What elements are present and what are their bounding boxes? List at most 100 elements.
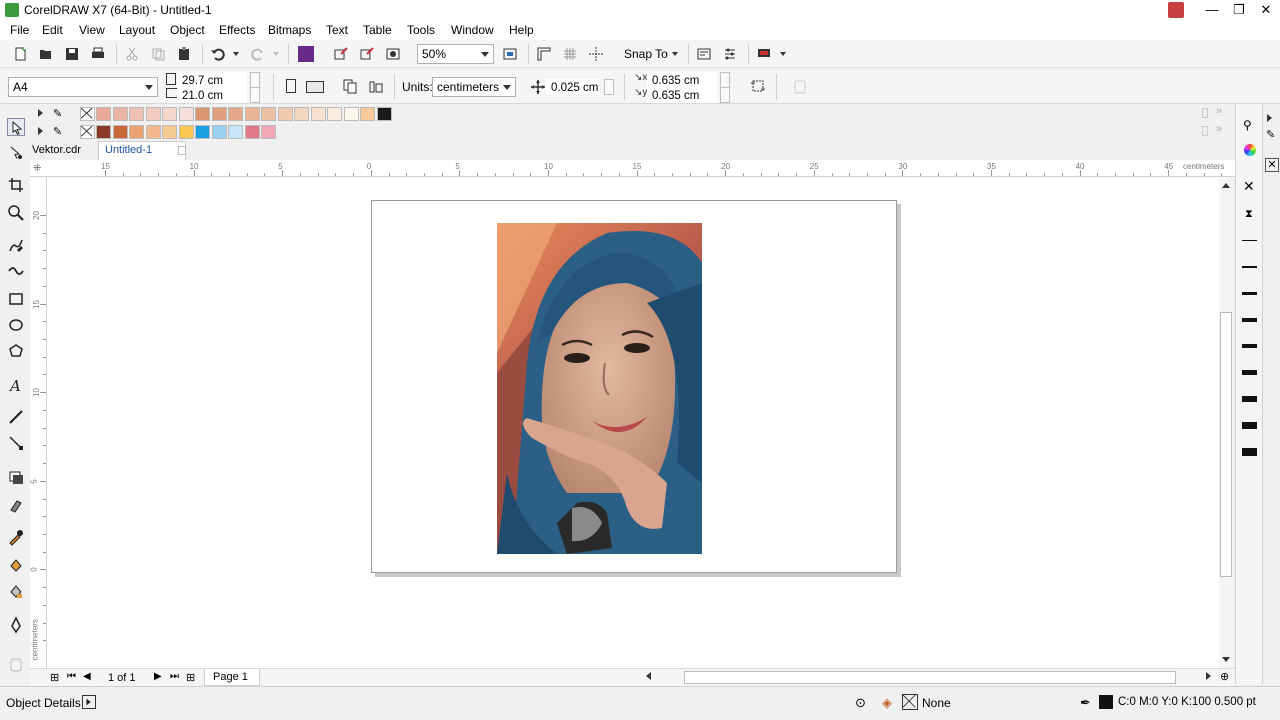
duplicate-y-spinner[interactable]	[720, 87, 730, 103]
color-swatch[interactable]	[244, 125, 260, 139]
menu-effects[interactable]: Effects	[219, 23, 255, 37]
menu-bitmaps[interactable]: Bitmaps	[268, 23, 311, 37]
menu-layout[interactable]: Layout	[119, 23, 155, 37]
smart-drawing-tool-icon[interactable]	[7, 262, 25, 280]
paper-size-combo[interactable]: A4	[8, 77, 158, 97]
color-swatch[interactable]	[343, 107, 359, 121]
menu-view[interactable]: View	[79, 23, 105, 37]
color-swatch[interactable]	[145, 107, 161, 121]
outline-status-icon[interactable]: ✒	[1080, 695, 1091, 711]
tab-untitled[interactable]: Untitled-1	[105, 144, 152, 156]
menu-tools[interactable]: Tools	[407, 23, 435, 37]
palette2-more-icon[interactable]: »	[1216, 123, 1222, 135]
zoom-level-combo[interactable]: 50%	[417, 44, 494, 64]
zoom-navigator-icon[interactable]: ⊕	[1220, 670, 1229, 683]
add-page-after-icon[interactable]: ⊞	[186, 671, 195, 684]
color-swatch[interactable]	[96, 107, 111, 121]
previous-page-icon[interactable]: ◀	[83, 671, 91, 682]
polygon-tool-icon[interactable]	[7, 342, 25, 360]
scroll-up-icon[interactable]	[1222, 183, 1230, 188]
drop-shadow-tool-icon[interactable]	[7, 468, 25, 486]
save-icon[interactable]	[64, 46, 80, 62]
outline-width-8[interactable]	[1242, 422, 1257, 429]
outline-width-4[interactable]	[1242, 318, 1257, 322]
color-swatch[interactable]	[162, 125, 177, 139]
horizontal-scroll-thumb[interactable]	[684, 671, 1176, 684]
menu-window[interactable]: Window	[451, 23, 494, 37]
outline-pen-icon[interactable]: ⚲	[1243, 118, 1252, 132]
color-swatch[interactable]	[261, 107, 276, 121]
new-document-icon[interactable]	[12, 46, 28, 62]
color-swatch[interactable]	[96, 125, 111, 139]
close-button[interactable]: ✕	[1252, 0, 1280, 20]
duplicate-x-spinner[interactable]	[720, 72, 730, 88]
ellipse-tool-icon[interactable]	[7, 316, 25, 334]
show-rulers-icon[interactable]	[536, 46, 552, 62]
tab-close-icon[interactable]	[178, 146, 186, 155]
no-color-swatch[interactable]	[80, 107, 95, 121]
page-tab[interactable]: Page 1	[213, 671, 248, 683]
account-icon[interactable]	[1168, 2, 1184, 18]
application-launcher-icon[interactable]	[722, 46, 738, 62]
scroll-down-icon[interactable]	[1222, 657, 1230, 662]
menu-object[interactable]: Object	[170, 23, 205, 37]
redo-icon[interactable]	[250, 46, 266, 62]
color-swatch[interactable]	[261, 125, 276, 139]
color-swatch[interactable]	[195, 125, 210, 139]
color-swatch[interactable]	[195, 107, 210, 121]
welcome-dropdown-icon[interactable]	[780, 52, 786, 56]
redo-dropdown-icon[interactable]	[273, 52, 279, 56]
color-swatch[interactable]	[244, 107, 260, 121]
color-swatch[interactable]	[112, 125, 128, 139]
duplicate-y-field[interactable]: 0.635 cm	[647, 87, 717, 103]
color-swatch[interactable]	[162, 107, 177, 121]
color-swatch[interactable]	[310, 107, 326, 121]
outline-width-9[interactable]	[1242, 448, 1257, 456]
palette-scroll-icon[interactable]	[1202, 108, 1208, 118]
smart-fill-tool-icon[interactable]	[7, 582, 25, 600]
transparency-tool-icon[interactable]	[7, 496, 25, 514]
document-page[interactable]	[371, 200, 897, 573]
page-width-field[interactable]: 29.7 cm	[177, 72, 247, 88]
hairline-icon[interactable]: ⧗	[1245, 208, 1253, 221]
copy-icon[interactable]	[150, 46, 166, 62]
snap-to-arrow-icon[interactable]	[672, 52, 678, 56]
palette-eyedropper-icon[interactable]: ✎	[53, 107, 62, 120]
ruler-origin-icon[interactable]: ⁜	[33, 163, 41, 174]
shape-tool-icon[interactable]	[7, 144, 25, 162]
color-swatch[interactable]	[211, 125, 227, 139]
open-icon[interactable]	[38, 46, 54, 62]
vertical-scroll-thumb[interactable]	[1220, 312, 1232, 577]
outline-width-6[interactable]	[1242, 370, 1257, 375]
object-details-expand-icon[interactable]	[82, 695, 96, 709]
palette-expand-icon[interactable]	[38, 109, 43, 117]
color-swatch[interactable]	[376, 107, 392, 121]
menu-edit[interactable]: Edit	[42, 23, 63, 37]
nudge-distance-field[interactable]: 0.025 cm	[546, 79, 600, 95]
portrait-icon[interactable]	[286, 79, 296, 93]
search-content-icon[interactable]	[298, 46, 314, 62]
docker-expand-icon[interactable]	[1267, 114, 1272, 122]
paste-icon[interactable]	[176, 46, 192, 62]
publish-pdf-icon[interactable]	[385, 46, 401, 62]
outline-width-2[interactable]	[1242, 266, 1257, 268]
vertical-scrollbar[interactable]	[1219, 177, 1233, 668]
drawing-canvas[interactable]	[47, 177, 1219, 668]
page-height-spinner[interactable]	[250, 87, 260, 103]
cut-icon[interactable]	[124, 46, 140, 62]
options-icon[interactable]	[696, 46, 712, 62]
snap-to-dropdown[interactable]: Snap To	[624, 47, 668, 61]
color-swatch[interactable]	[294, 107, 309, 121]
snap-status-icon[interactable]: ⊙	[855, 695, 866, 711]
palette2-expand-icon[interactable]	[38, 127, 43, 135]
color-swatch[interactable]	[112, 107, 128, 121]
outline-width-7[interactable]	[1242, 396, 1257, 402]
freehand-tool-icon[interactable]	[7, 236, 25, 254]
first-page-icon[interactable]: ⏮	[67, 671, 76, 682]
connector-tool-icon[interactable]	[7, 434, 25, 452]
color-swatch[interactable]	[178, 125, 194, 139]
color-wheel-icon[interactable]	[1244, 144, 1256, 156]
no-color-swatch-2[interactable]	[80, 125, 95, 139]
scroll-left-icon[interactable]	[646, 672, 651, 680]
color-swatch[interactable]	[211, 107, 227, 121]
